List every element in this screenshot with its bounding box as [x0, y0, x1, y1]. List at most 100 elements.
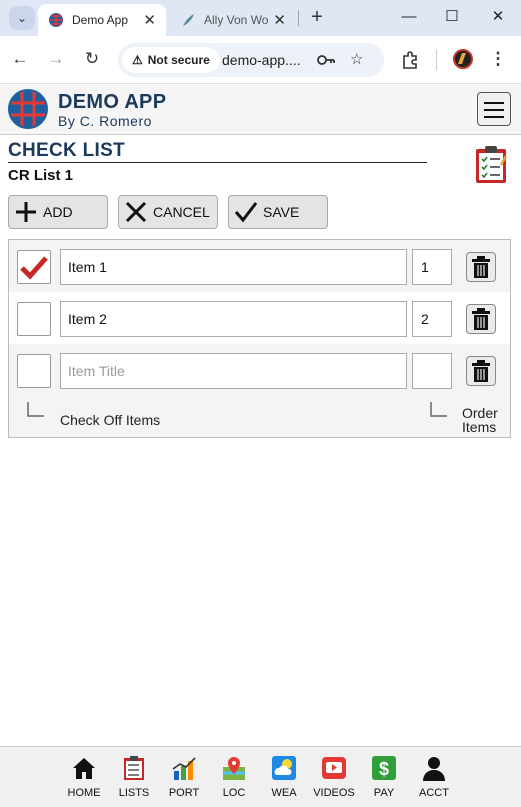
browser-tab-active[interactable]: Demo App ✕ — [38, 4, 166, 36]
forward-arrow-icon[interactable]: → — [44, 47, 68, 71]
portfolio-icon — [172, 757, 196, 780]
browser-tab-bar: ⌄ Demo App ✕ Ally Von Wo ✕ + — ☐ ✕ — [0, 0, 521, 36]
corner-arrow-icon — [430, 402, 447, 417]
nav-item-port[interactable]: PORT — [159, 755, 209, 799]
item-order-input[interactable] — [412, 301, 452, 337]
order-hint-line-2: Items — [462, 419, 497, 435]
location-icon — [223, 757, 245, 780]
cancel-button[interactable]: CANCEL — [118, 195, 218, 229]
maximize-button[interactable]: ☐ — [439, 6, 465, 28]
item-checkbox[interactable] — [17, 354, 51, 388]
nav-label: ACCT — [419, 787, 449, 799]
nav-item-home[interactable]: HOME — [59, 755, 109, 799]
tab-close-icon[interactable]: ✕ — [273, 11, 286, 29]
delete-item-button[interactable] — [466, 356, 496, 386]
save-button[interactable]: SAVE — [228, 195, 328, 229]
delete-item-button[interactable] — [466, 252, 496, 282]
checkmark-icon — [234, 202, 258, 223]
order-items-hint: Order Items — [462, 406, 498, 434]
checklist-row — [9, 292, 510, 344]
tab-divider — [298, 10, 299, 26]
reload-icon[interactable]: ↻ — [80, 47, 104, 71]
tab-title: Demo App — [72, 13, 129, 27]
item-checkbox[interactable] — [17, 250, 51, 284]
browser-toolbar: ← → ↻ ⚠ Not secure demo-app.... ☆ ⋮ — [0, 36, 521, 84]
feather-favicon-icon — [183, 14, 194, 26]
bookmark-star-icon[interactable]: ☆ — [350, 50, 363, 68]
nav-label: HOME — [67, 787, 101, 799]
nav-label: LISTS — [118, 787, 150, 799]
toolbar-divider — [436, 50, 437, 70]
globe-favicon-icon — [49, 13, 63, 27]
security-chip[interactable]: ⚠ Not secure — [122, 47, 220, 73]
cancel-button-label: CANCEL — [153, 204, 210, 220]
bottom-nav: HOME LISTS PORT LOC WEA VIDEOS $ PAY ACC… — [0, 746, 521, 807]
account-icon — [423, 757, 445, 781]
pay-icon: $ — [372, 756, 396, 780]
page-title: CHECK LIST — [8, 140, 125, 161]
nav-item-lists[interactable]: LISTS — [109, 755, 159, 799]
profile-avatar[interactable] — [453, 49, 473, 69]
check-off-hint: Check Off Items — [60, 412, 161, 428]
new-tab-button[interactable]: + — [306, 6, 328, 28]
weather-icon — [272, 756, 296, 780]
red-checkmark-icon — [20, 256, 48, 280]
videos-icon — [322, 757, 346, 779]
nav-label: PAY — [373, 787, 395, 799]
hamburger-menu-button[interactable] — [477, 92, 511, 126]
trash-icon — [472, 308, 490, 330]
nav-label: LOC — [222, 787, 246, 799]
url-text[interactable]: demo-app.... — [222, 52, 301, 68]
new-item-title-input[interactable] — [60, 353, 407, 389]
trash-icon — [472, 360, 490, 382]
nav-label: WEA — [271, 787, 297, 799]
clipboard-checklist-icon — [476, 146, 508, 183]
back-arrow-icon[interactable]: ← — [8, 47, 32, 71]
warning-icon: ⚠ — [132, 53, 143, 67]
title-divider — [8, 162, 427, 163]
delete-item-button[interactable] — [466, 304, 496, 334]
item-checkbox[interactable] — [17, 302, 51, 336]
tab-search-button[interactable]: ⌄ — [9, 6, 35, 30]
nav-item-loc[interactable]: LOC — [209, 755, 259, 799]
key-icon[interactable] — [317, 53, 335, 67]
browser-tab-inactive[interactable]: Ally Von Wo ✕ — [170, 4, 296, 36]
globe-logo-icon — [8, 89, 48, 129]
svg-text:$: $ — [379, 759, 389, 779]
app-title: DEMO APP — [58, 91, 167, 113]
nav-item-videos[interactable]: VIDEOS — [309, 755, 359, 799]
new-item-order-input[interactable] — [412, 353, 452, 389]
nav-label: VIDEOS — [313, 787, 355, 799]
new-item-row — [9, 344, 510, 396]
more-menu-icon[interactable]: ⋮ — [486, 47, 510, 71]
item-title-input[interactable] — [60, 301, 407, 337]
plus-icon — [16, 202, 36, 222]
nav-label: PORT — [168, 787, 200, 799]
item-order-input[interactable] — [412, 249, 452, 285]
extensions-icon[interactable] — [400, 50, 420, 70]
security-label: Not secure — [147, 53, 210, 67]
x-icon — [125, 201, 147, 223]
app-subtitle: By C. Romero — [58, 113, 152, 129]
minimize-button[interactable]: — — [396, 6, 422, 28]
trash-icon — [472, 256, 490, 278]
lists-icon — [124, 756, 144, 780]
app-header: DEMO APP By C. Romero — [0, 85, 521, 135]
checklist-row — [9, 240, 510, 292]
list-name: CR List 1 — [8, 167, 74, 184]
nav-item-pay[interactable]: $ PAY — [359, 755, 409, 799]
corner-arrow-icon — [27, 402, 44, 417]
checklist-panel: Check Off Items Order Items — [8, 239, 511, 438]
home-icon — [73, 758, 95, 779]
item-title-input[interactable] — [60, 249, 407, 285]
close-window-button[interactable]: ✕ — [485, 6, 511, 28]
add-button-label: ADD — [43, 204, 73, 220]
save-button-label: SAVE — [263, 204, 300, 220]
order-hint-line-1: Order — [462, 405, 498, 421]
address-bar[interactable]: ⚠ Not secure demo-app.... ☆ — [118, 43, 384, 77]
nav-item-wea[interactable]: WEA — [259, 755, 309, 799]
tab-close-icon[interactable]: ✕ — [143, 11, 156, 29]
tab-title: Ally Von Wo — [204, 13, 269, 27]
nav-item-acct[interactable]: ACCT — [409, 755, 459, 799]
add-button[interactable]: ADD — [8, 195, 108, 229]
